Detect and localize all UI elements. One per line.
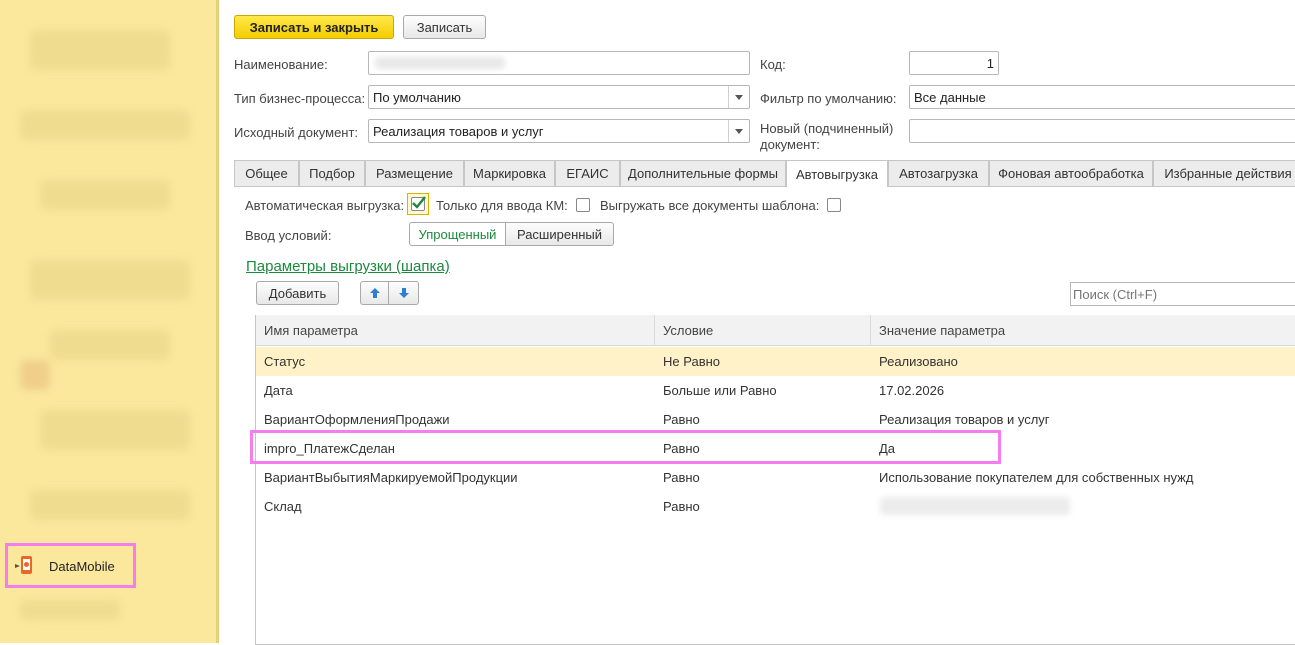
name-label: Наименование: — [234, 57, 328, 72]
tab-placement[interactable]: Размещение — [365, 160, 464, 186]
row-name-cell: Дата — [264, 383, 293, 398]
arrow-down-icon — [398, 288, 409, 298]
mode-extended-button[interactable]: Расширенный — [505, 222, 614, 246]
all-docs-checkbox[interactable] — [827, 198, 841, 212]
redacted-text — [375, 57, 505, 69]
all-docs-label: Выгружать все документы шаблона: — [600, 198, 820, 213]
tabs-baseline — [234, 186, 1295, 187]
table-row[interactable] — [256, 347, 1295, 376]
add-button[interactable]: Добавить — [256, 281, 339, 305]
auto-export-label: Автоматическая выгрузка: — [245, 198, 405, 213]
row-condition-cell: Не Равно — [663, 354, 721, 369]
tab-general[interactable]: Общее — [234, 160, 299, 186]
name-field[interactable] — [368, 51, 750, 75]
row-highlight — [250, 430, 1001, 464]
tab-additional-forms[interactable]: Дополнительные формы — [620, 160, 786, 186]
row-name-cell: Склад — [264, 499, 302, 514]
code-field[interactable]: 1 — [909, 51, 999, 75]
search-input[interactable] — [1070, 282, 1295, 306]
km-only-label: Только для ввода КМ: — [436, 198, 568, 213]
row-value-cell: 17.02.2026 — [879, 383, 945, 398]
mode-simple-button[interactable]: Упрощенный — [409, 222, 506, 246]
row-condition-cell: Больше или Равно — [663, 383, 777, 398]
move-up-button[interactable] — [360, 281, 389, 305]
new-doc-label: Новый (подчиненный) документ: — [760, 121, 893, 153]
chevron-down-icon[interactable] — [728, 86, 749, 108]
conditions-label: Ввод условий: — [245, 228, 332, 243]
new-doc-label-line1: Новый (подчиненный) — [760, 121, 894, 136]
column-header-condition[interactable]: Условие — [655, 315, 871, 346]
process-type-value: По умолчанию — [373, 89, 461, 105]
tab-background-processing[interactable]: Фоновая автообработка — [989, 160, 1153, 186]
row-name-cell: Статус — [264, 354, 306, 369]
source-doc-label: Исходный документ: — [234, 125, 359, 140]
tab-autoimport[interactable]: Автозагрузка — [888, 160, 989, 186]
table-row[interactable] — [256, 492, 1295, 521]
datamobile-logo-icon[interactable] — [14, 554, 36, 576]
column-header-name[interactable]: Имя параметра — [256, 315, 655, 346]
source-doc-value: Реализация товаров и услуг — [373, 123, 544, 139]
datamobile-label[interactable]: DataMobile — [49, 559, 115, 574]
process-type-label: Тип бизнес-процесса: — [234, 91, 366, 106]
source-doc-select[interactable]: Реализация товаров и услуг — [368, 119, 750, 143]
filter-label: Фильтр по умолчанию: — [760, 91, 897, 106]
new-doc-field[interactable] — [909, 119, 1295, 143]
column-header-value[interactable]: Значение параметра — [871, 315, 1295, 346]
tab-autoexport[interactable]: Автовыгрузка — [786, 160, 888, 187]
save-button[interactable]: Записать — [403, 15, 486, 39]
row-condition-cell: Равно — [663, 499, 700, 514]
tab-favorite-actions[interactable]: Избранные действия — [1153, 160, 1295, 186]
new-doc-label-line2: документ: — [760, 137, 820, 152]
tab-egais[interactable]: ЕГАИС — [555, 160, 620, 186]
row-name-cell: ВариантВыбытияМаркируемойПродукции — [264, 470, 518, 485]
redacted-value — [880, 497, 1070, 515]
tab-marking[interactable]: Маркировка — [464, 160, 555, 186]
row-condition-cell: Равно — [663, 470, 700, 485]
export-params-link[interactable]: Параметры выгрузки (шапка) — [246, 258, 450, 275]
filter-field[interactable]: Все данные — [909, 85, 1295, 109]
auto-export-checkbox[interactable] — [407, 193, 429, 215]
process-type-select[interactable]: По умолчанию — [368, 85, 750, 109]
km-only-checkbox[interactable] — [576, 198, 590, 212]
save-and-close-button[interactable]: Записать и закрыть — [234, 15, 394, 39]
row-value-cell: Реализовано — [879, 354, 958, 369]
tab-selection[interactable]: Подбор — [299, 160, 365, 186]
arrow-up-icon — [369, 288, 380, 298]
move-down-button[interactable] — [388, 281, 419, 305]
checkmark-icon — [412, 196, 426, 209]
code-label: Код: — [760, 57, 786, 72]
chevron-down-icon[interactable] — [728, 120, 749, 142]
row-value-cell: Использование покупателем для собственны… — [879, 470, 1194, 485]
